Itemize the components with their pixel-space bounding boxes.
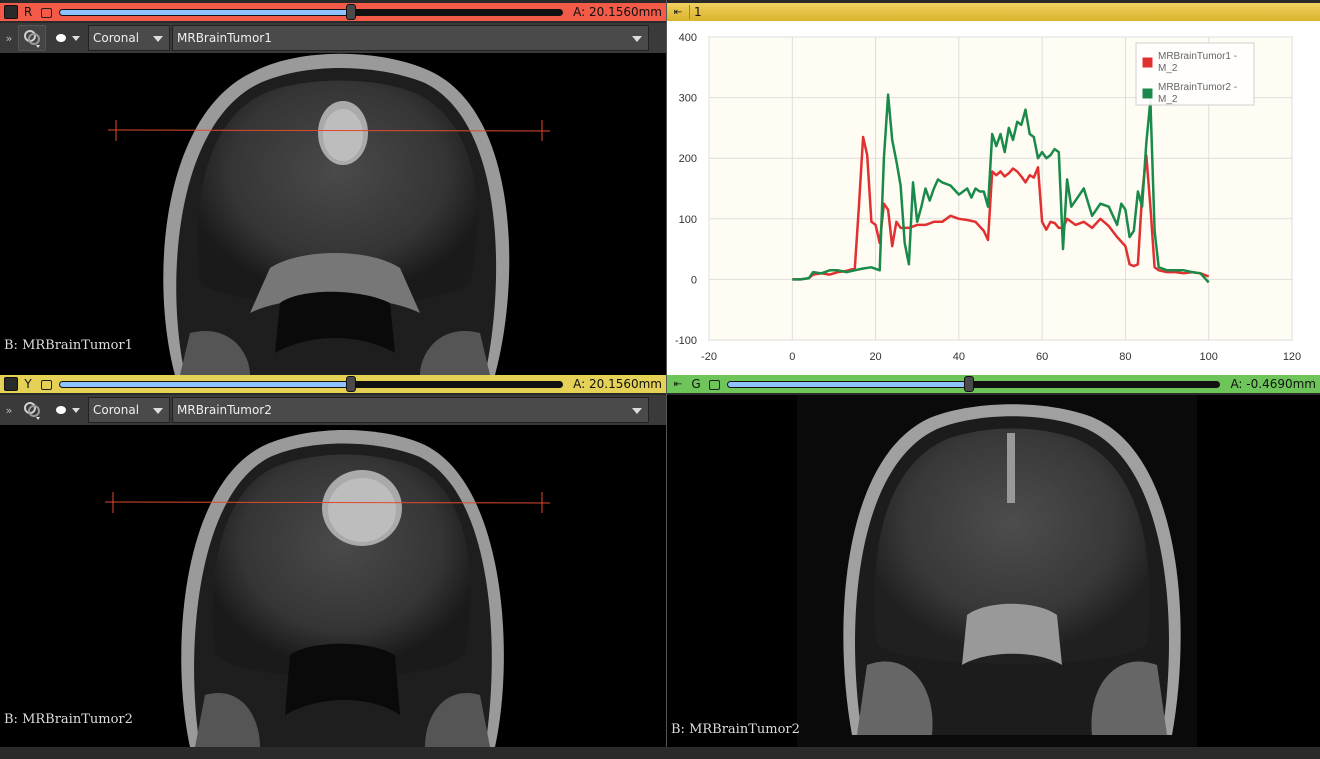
volume-dropdown[interactable]: MRBrainTumor2 (172, 397, 649, 423)
volume-label: B: MRBrainTumor2 (4, 712, 133, 727)
eye-icon (56, 34, 80, 42)
red-controller: » Coronal MRBrainTumor1 (0, 23, 666, 53)
mri-slice-image (0, 53, 666, 375)
view-letter: Y (24, 377, 32, 391)
red-slice-view: R A: 20.1560mm » Coronal MRBrainTumor1 B… (0, 0, 666, 375)
view-letter: G (691, 377, 701, 391)
orientation-value: Coronal (93, 31, 140, 45)
link-icon[interactable] (39, 6, 53, 18)
slicer-layout: R A: 20.1560mm » Coronal MRBrainTumor1 B… (0, 0, 1320, 759)
pin-icon[interactable]: ⇤ (671, 7, 685, 18)
chevron-down-icon (153, 408, 163, 414)
volume-value: MRBrainTumor1 (177, 31, 272, 45)
slice-offset-slider[interactable] (727, 375, 1221, 392)
horizontal-splitter[interactable] (0, 747, 1320, 759)
chevron-down-icon (632, 408, 642, 414)
x-tick-label: 80 (1119, 351, 1131, 363)
x-tick-label: 100 (1200, 351, 1218, 363)
slice-offset-slider[interactable] (59, 3, 564, 20)
volume-label: B: MRBrainTumor2 (671, 722, 800, 737)
link-icon[interactable] (39, 378, 53, 390)
red-slice-bar: R A: 20.1560mm (0, 3, 666, 21)
chart-area[interactable]: -20 0 20 40 60 80 100 120 -100 0 100 200 300 400 MRBra… (667, 21, 1320, 375)
pin-icon[interactable] (4, 5, 18, 19)
yellow-controller: » Coronal MRBrainTumor2 (0, 395, 666, 425)
mri-slice-image (0, 425, 666, 747)
eye-icon (56, 406, 80, 414)
x-tick-label: 60 (1036, 351, 1048, 363)
red-slice-image[interactable]: B: MRBrainTumor1 (0, 53, 666, 375)
slice-offset-value: A: 20.1560mm (573, 377, 662, 391)
slider-fill (728, 381, 970, 387)
slider-fill (60, 9, 353, 15)
chart-view: ⇤ 1 -20 0 20 40 60 80 100 120 -100 0 100 200 300 400 M… (667, 3, 1320, 375)
slider-thumb[interactable] (346, 375, 357, 392)
chevron-down-icon (632, 36, 642, 42)
rings-icon (24, 402, 40, 420)
slice-offset-slider[interactable] (59, 375, 564, 392)
slider-thumb[interactable] (346, 3, 357, 20)
chevron-down-icon (153, 36, 163, 42)
pin-icon[interactable]: ⇤ (671, 379, 685, 390)
more-controls-icon[interactable]: » (0, 404, 18, 417)
slice-offset-value: A: 20.1560mm (573, 5, 662, 19)
orientation-value: Coronal (93, 403, 140, 417)
x-tick-label: 120 (1283, 351, 1301, 363)
chart-view-id: 1 (689, 5, 706, 19)
vertical-splitter[interactable] (666, 0, 667, 759)
y-tick-label: 200 (679, 153, 697, 165)
yellow-slice-bar: Y A: 20.1560mm (0, 375, 666, 393)
y-tick-label: 300 (679, 93, 697, 105)
mri-slice-image (667, 395, 1320, 747)
legend-swatch (1141, 56, 1154, 69)
orientation-dropdown[interactable]: Coronal (88, 397, 170, 423)
yellow-slice-image[interactable]: B: MRBrainTumor2 (0, 425, 666, 747)
green-slice-image[interactable]: B: MRBrainTumor2 (667, 395, 1320, 747)
y-tick-label: -100 (675, 335, 697, 347)
y-tick-label: 100 (679, 214, 697, 226)
more-controls-icon[interactable]: » (0, 32, 18, 45)
volume-value: MRBrainTumor2 (177, 403, 272, 417)
x-tick-label: 20 (869, 351, 881, 363)
green-slice-view: ⇤ G A: -0.4690mm B: MRBrainTumor2 (667, 375, 1320, 759)
volume-label: B: MRBrainTumor1 (4, 338, 133, 353)
chart-view-bar: ⇤ 1 (667, 3, 1320, 21)
rings-icon (24, 30, 40, 48)
link-views-button[interactable] (18, 25, 46, 51)
slider-fill (60, 381, 353, 387)
legend-swatch (1141, 87, 1154, 100)
y-tick-label: 0 (691, 274, 697, 286)
yellow-slice-view: Y A: 20.1560mm » Coronal MRBrainTumor2 B… (0, 375, 666, 759)
line-chart: -20 0 20 40 60 80 100 120-1000100200300400MRBra… (675, 32, 1301, 363)
link-views-button[interactable] (18, 397, 46, 423)
orientation-dropdown[interactable]: Coronal (88, 25, 170, 51)
slider-thumb[interactable] (963, 375, 974, 392)
slice-offset-value: A: -0.4690mm (1230, 377, 1316, 391)
view-letter: R (23, 5, 33, 19)
volume-dropdown[interactable]: MRBrainTumor1 (172, 25, 649, 51)
green-slice-bar: ⇤ G A: -0.4690mm (667, 375, 1320, 393)
visibility-toggle[interactable] (52, 27, 84, 49)
x-tick-label: 40 (953, 351, 965, 363)
visibility-toggle[interactable] (52, 399, 84, 421)
y-tick-label: 400 (679, 32, 697, 44)
pin-icon[interactable] (4, 377, 18, 391)
x-tick-label: -20 (701, 351, 717, 363)
link-icon[interactable] (707, 378, 721, 390)
x-tick-label: 0 (789, 351, 795, 363)
